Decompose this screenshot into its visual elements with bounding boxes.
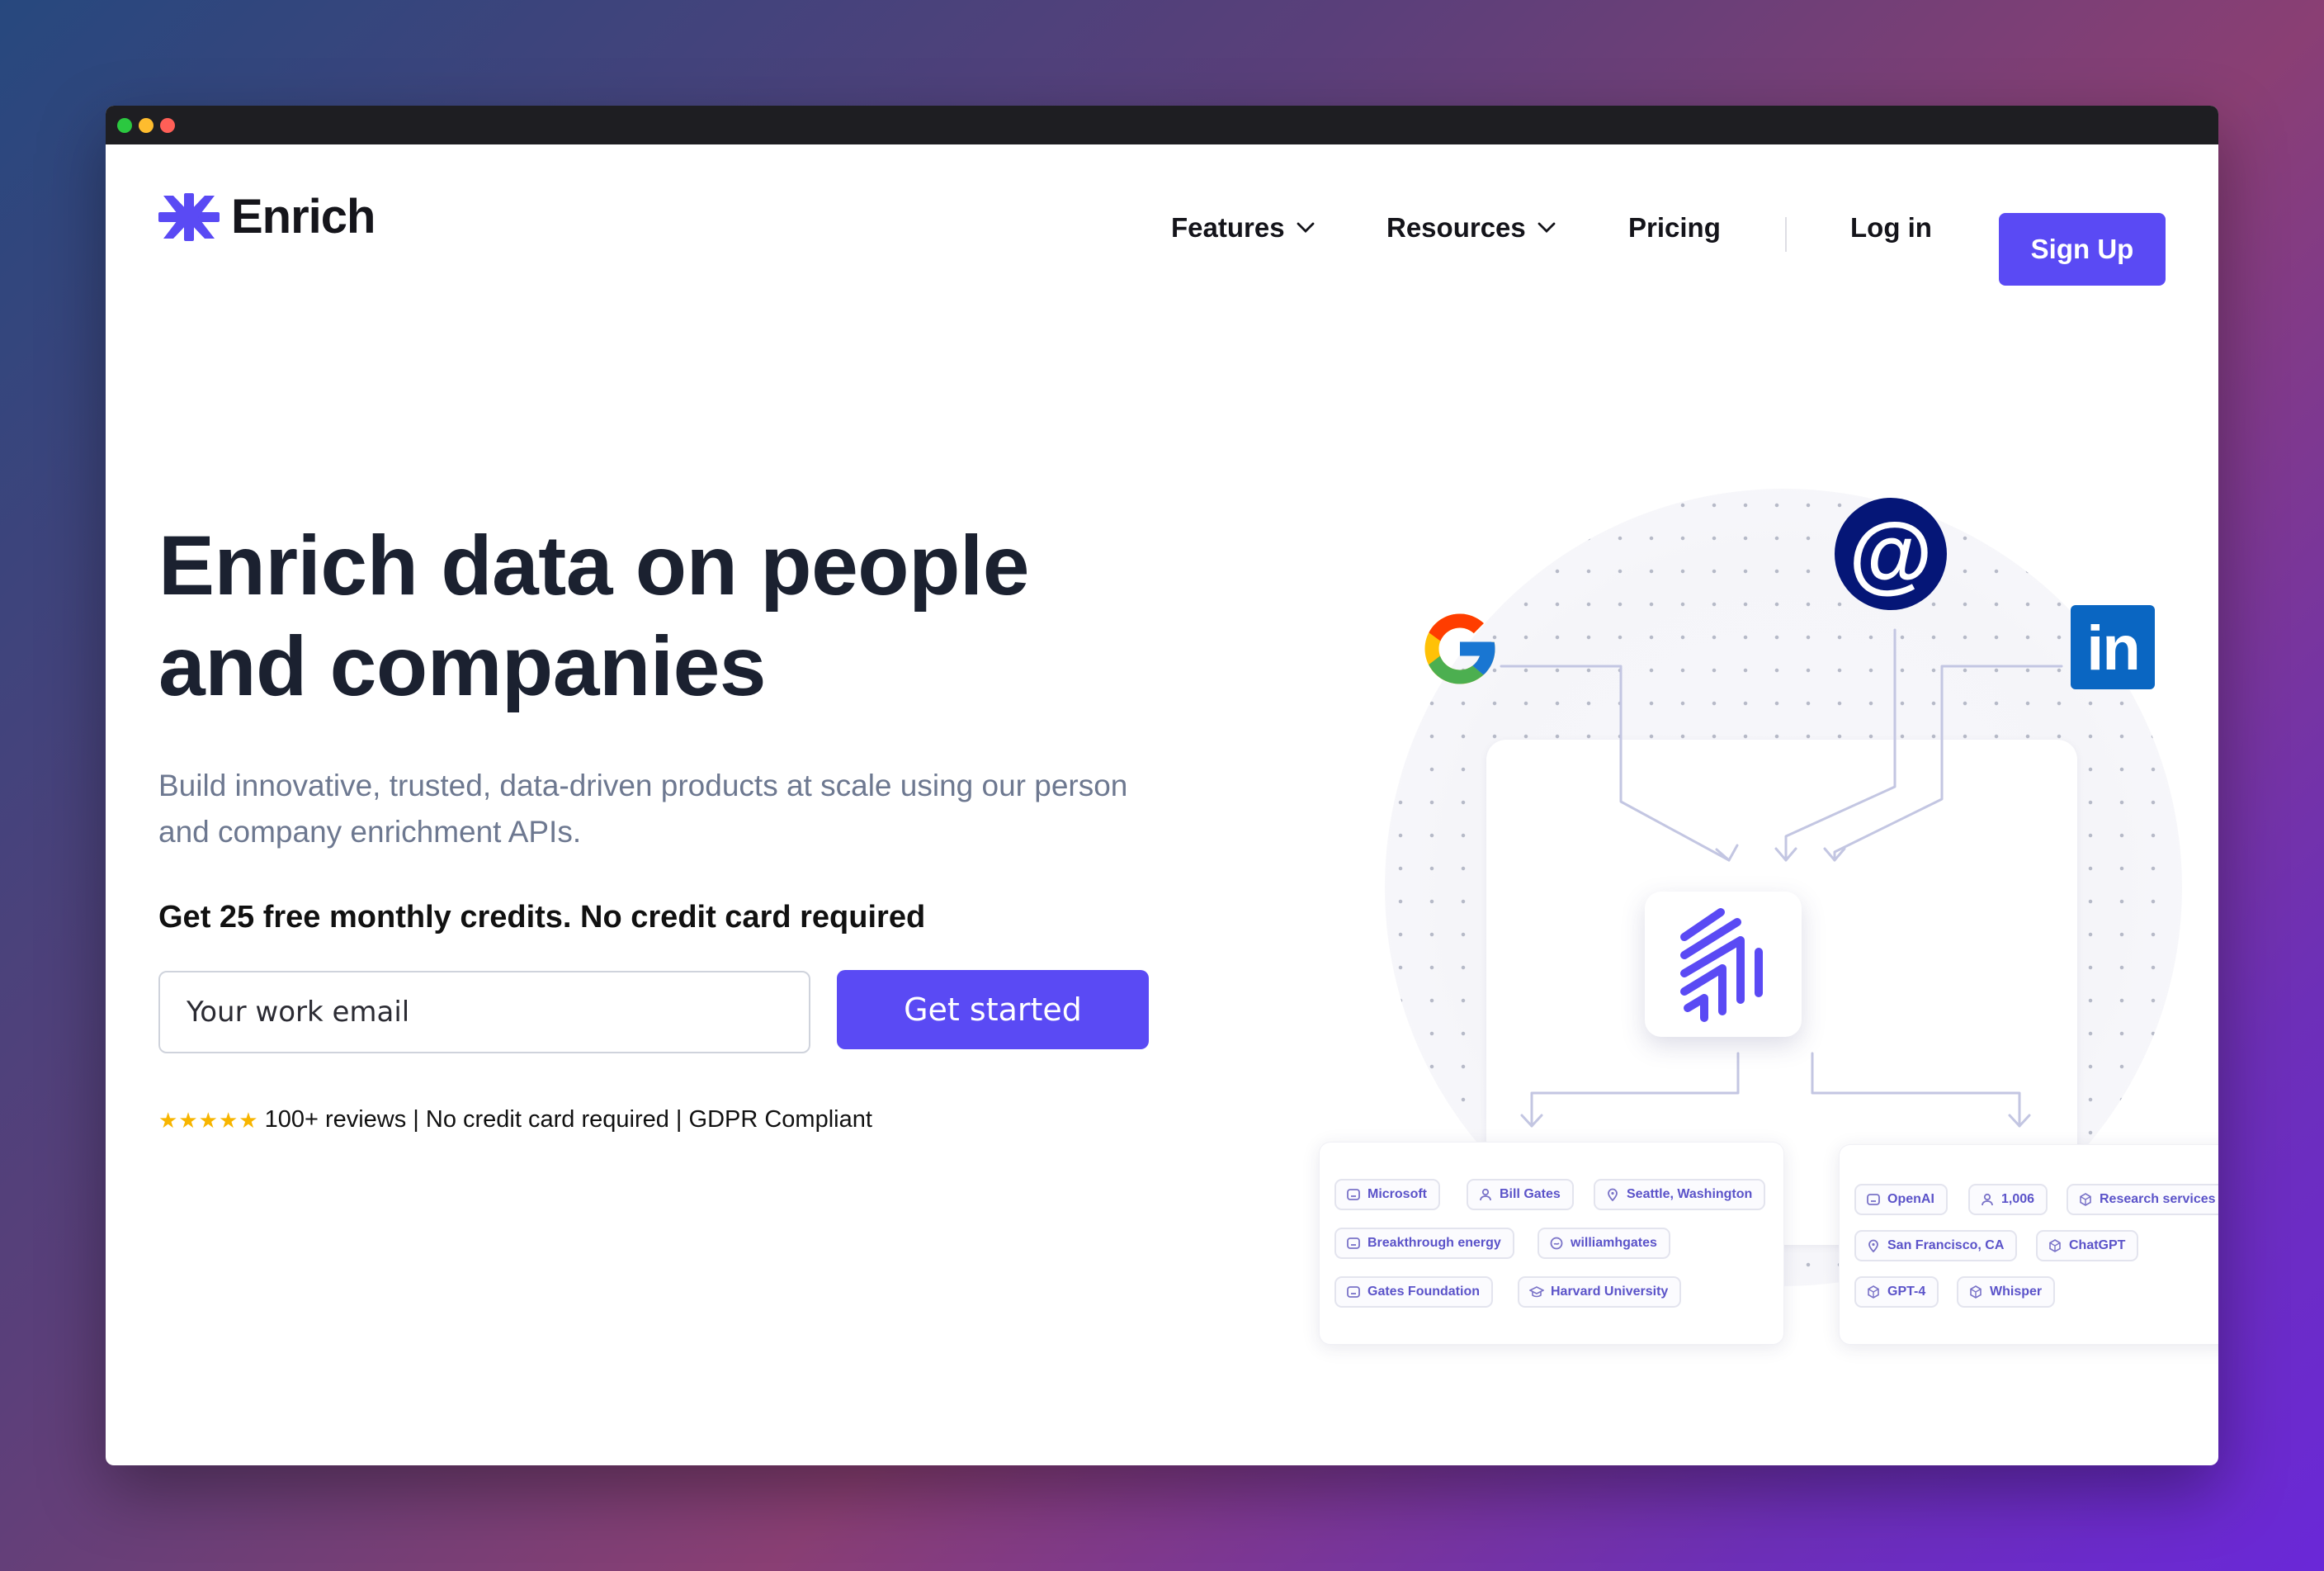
star-icon: ★ [218,1107,239,1133]
signup-button[interactable]: Sign Up [1999,213,2166,286]
free-credits-text: Get 25 free monthly credits. No credit c… [158,900,926,935]
hero-subtitle-line-2: and company enrichment APIs. [158,815,582,849]
box-icon [2048,1238,2062,1253]
company-attribute-chip: Whisper [1957,1276,2056,1308]
chevron-down-icon [1297,222,1314,233]
company-attribute-chip: GPT-4 [1854,1276,1939,1308]
google-logo-icon [1418,606,1502,696]
building-icon [1866,1192,1881,1207]
hero-subtitle: Build innovative, trusted, data-driven p… [158,763,1149,855]
brand-logo[interactable]: Enrich [158,189,376,244]
reviews-text: 100+ reviews | No credit card required |… [264,1106,872,1133]
person-attribute-chip: Seattle, Washington [1594,1179,1766,1210]
person-attribute-chip-label: Seattle, Washington [1627,1187,1753,1201]
building-icon [1346,1285,1361,1299]
company-attribute-chip-label: San Francisco, CA [1887,1238,2005,1252]
company-attribute-chip: ChatGPT [2036,1230,2139,1261]
company-attribute-chip: 1,006 [1968,1184,2048,1215]
reviews-row: ★ ★ ★ ★ ★ 100+ reviews | No credit card requ… [158,1106,872,1133]
company-attribute-chip: San Francisco, CA [1854,1230,2018,1261]
person-attribute-chip: Bill Gates [1467,1179,1574,1210]
person-data-card: Microsoft Bill Gates Seattle, Washington Br… [1319,1142,1784,1345]
nav-pricing[interactable]: Pricing [1628,212,1721,244]
rating-stars: ★ ★ ★ ★ ★ [158,1110,258,1131]
window-titlebar [106,106,2218,144]
person-attribute-chip-label: Gates Foundation [1367,1285,1480,1299]
linkedin-icon: in [2071,605,2155,689]
hero-subtitle-line-1: Build innovative, trusted, data-driven p… [158,769,1128,802]
nav-pricing-label: Pricing [1628,212,1721,243]
star-icon: ★ [158,1107,178,1133]
person-attribute-chip: williamhgates [1538,1228,1670,1259]
star-icon: ★ [198,1107,218,1133]
logo-text: Enrich [231,190,376,244]
company-attribute-chip-label: ChatGPT [2069,1238,2126,1252]
login-label: Log in [1850,212,1932,243]
nav-divider [1785,217,1787,252]
company-attribute-chip: Research services [2067,1184,2218,1215]
box-icon [2078,1192,2093,1207]
nav-features[interactable]: Features [1171,212,1315,244]
building-icon [1346,1187,1361,1202]
person-attribute-chip-label: Harvard University [1551,1285,1669,1299]
person-attribute-chip: Gates Foundation [1334,1276,1493,1308]
nav-features-label: Features [1171,212,1285,243]
person-attribute-chip-label: Microsoft [1367,1187,1427,1201]
person-attribute-chip: Breakthrough energy [1334,1228,1514,1259]
enrich-engine-icon [1645,892,1802,1037]
get-started-button[interactable]: Get started [837,970,1149,1049]
person-attribute-chip-label: Breakthrough energy [1367,1236,1501,1250]
hero-title: Enrich data on people and companies [158,515,1149,717]
person-attribute-chip: Harvard University [1518,1276,1682,1308]
email-input[interactable] [158,971,810,1053]
enrich-logo-icon [158,192,220,241]
box-icon [1968,1285,1983,1299]
hero-title-line-2: and companies [158,619,767,713]
company-attribute-chip-label: 1,006 [2001,1192,2035,1206]
location-icon [1605,1187,1620,1202]
company-data-card: OpenAI 1,006 Research services San Francisc… [1839,1144,2218,1345]
person-attribute-chip-label: Bill Gates [1500,1187,1561,1201]
star-icon: ★ [178,1107,198,1133]
graduation-icon [1529,1285,1544,1299]
nav-resources-label: Resources [1386,212,1526,243]
email-at-icon: @ [1835,498,1947,610]
hero-title-line-1: Enrich data on people [158,518,1029,613]
nav-resources[interactable]: Resources [1386,212,1556,244]
location-icon [1866,1238,1881,1253]
person-icon [1980,1192,1995,1207]
building-icon [1346,1236,1361,1251]
box-icon [1866,1285,1881,1299]
star-icon: ★ [239,1107,258,1133]
company-attribute-chip: OpenAI [1854,1184,1948,1215]
window-maximize-button[interactable] [160,117,175,133]
enrichment-illustration: @ in Microsoft Bill Gates Seattle, Washing… [1162,378,2218,1418]
window-minimize-button[interactable] [139,117,154,133]
login-link[interactable]: Log in [1850,212,1932,244]
social-icon [1549,1236,1564,1251]
company-attribute-chip-label: GPT-4 [1887,1285,1926,1299]
person-icon [1478,1187,1493,1202]
company-attribute-chip-label: OpenAI [1887,1192,1934,1206]
company-attribute-chip-label: Whisper [1990,1285,2043,1299]
chevron-down-icon [1538,222,1556,233]
window-close-button[interactable] [117,117,132,133]
top-navigation: Enrich Features Resources Pricing Log in… [106,144,2218,286]
company-attribute-chip-label: Research services [2100,1192,2216,1206]
person-attribute-chip-label: williamhgates [1571,1236,1657,1250]
person-attribute-chip: Microsoft [1334,1179,1440,1210]
browser-window: Enrich Features Resources Pricing Log in… [106,106,2218,1465]
